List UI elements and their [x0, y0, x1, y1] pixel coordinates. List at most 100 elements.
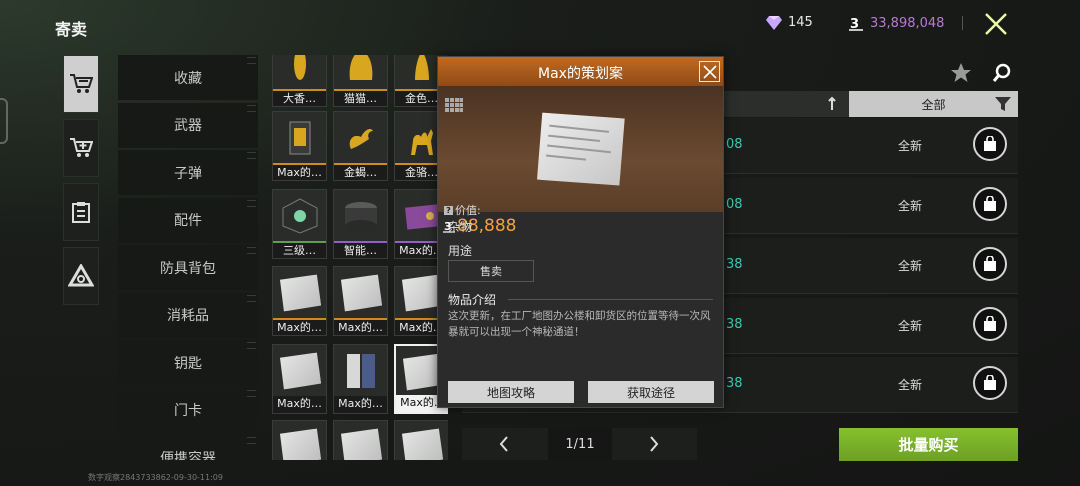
- search-icon: [992, 63, 1011, 82]
- next-page-button[interactable]: [648, 436, 660, 456]
- grid-item[interactable]: 三级…: [272, 189, 327, 259]
- sub-category-ammo[interactable]: 子弹: [118, 150, 258, 195]
- svg-text:3: 3: [850, 17, 859, 31]
- buy-button[interactable]: [973, 187, 1007, 221]
- detail-title-bar: Max的策划案: [438, 57, 723, 86]
- coin-icon: 3: [849, 17, 863, 31]
- price-fragment: 38: [726, 257, 743, 272]
- grid-item[interactable]: Max的…: [333, 266, 388, 336]
- paper-icon: [334, 421, 387, 460]
- grid-item[interactable]: Max的…: [333, 344, 388, 414]
- sub-category-containers[interactable]: 便携容器: [118, 435, 258, 460]
- diamond-icon: [766, 15, 782, 30]
- grid-item[interactable]: [272, 420, 327, 460]
- grid-item[interactable]: 智能…: [333, 189, 388, 259]
- tin-icon: [334, 190, 387, 242]
- shopping-bag-icon: [984, 256, 996, 271]
- paper-icon: [273, 345, 326, 397]
- coin-count: 33,898,048: [870, 15, 945, 31]
- usage-label: 用途: [448, 244, 473, 258]
- close-icon: [702, 64, 717, 79]
- buy-button[interactable]: [973, 366, 1007, 400]
- chevron-right-icon: [650, 436, 659, 452]
- page-title: 寄卖: [55, 20, 88, 39]
- sub-category-collection[interactable]: 收藏: [118, 55, 258, 100]
- tab-other[interactable]: [63, 247, 99, 305]
- triangle-icon: [68, 264, 94, 287]
- gold-scorpion-icon: [334, 112, 387, 164]
- acquire-source-button[interactable]: 获取途径: [588, 381, 714, 403]
- gem-count: 145: [788, 15, 813, 30]
- grid-item[interactable]: [333, 420, 388, 460]
- paper-icon: [395, 421, 448, 460]
- gold-card-icon: [273, 112, 326, 164]
- price-fragment: 08: [726, 137, 743, 152]
- divider: [508, 299, 713, 300]
- tab-sell[interactable]: [63, 119, 99, 177]
- sort-arrow-icon: [828, 96, 836, 110]
- book-icon: [334, 345, 387, 397]
- item-size-grid-icon: [445, 98, 463, 120]
- detail-close-button[interactable]: [699, 61, 720, 82]
- side-pull-handle[interactable]: [0, 98, 8, 144]
- grid-item[interactable]: 猫猫…: [333, 55, 388, 107]
- shopping-bag-icon: [984, 316, 996, 331]
- sub-category-keycards[interactable]: 门卡: [118, 387, 258, 433]
- sub-category-consumables[interactable]: 消耗品: [118, 292, 258, 338]
- category-tabs: [63, 55, 99, 311]
- item-detail-panel: Max的策划案 ? 价值: 3 88,888 杂物 用途 售卖 物品介绍 这次更…: [437, 56, 724, 408]
- gem-balance: 145: [766, 15, 813, 30]
- buy-button[interactable]: [973, 127, 1007, 161]
- detail-title: Max的策划案: [538, 66, 623, 82]
- sell-cart-icon: [70, 138, 93, 157]
- chevron-left-icon: [499, 436, 508, 452]
- sub-category-list: 收藏 武器 子弹 配件 防具背包 消耗品 钥匙 门卡 便携容器: [118, 55, 258, 460]
- tab-buy[interactable]: [63, 55, 99, 113]
- gold-statue-icon: [273, 55, 326, 90]
- buy-button[interactable]: [973, 247, 1007, 281]
- price-fragment: 08: [726, 197, 743, 212]
- close-button[interactable]: [982, 10, 1010, 38]
- prev-page-button[interactable]: [498, 436, 510, 456]
- sub-category-attachments[interactable]: 配件: [118, 197, 258, 243]
- condition-label: 全新: [898, 139, 923, 153]
- item-category: 杂物: [448, 220, 473, 234]
- question-icon: ?: [444, 205, 453, 215]
- paper-icon: [334, 267, 387, 319]
- watermark: 数字观察2843733862-09-30-11:09: [88, 473, 223, 482]
- star-icon: [951, 63, 971, 82]
- shopping-bag-icon: [984, 136, 996, 151]
- pagination: 1/11: [462, 428, 697, 460]
- paper-icon: [273, 421, 326, 460]
- clipboard-icon: [72, 202, 90, 223]
- filter-button[interactable]: [995, 96, 1011, 115]
- usage-tag: 售卖: [448, 260, 534, 282]
- grid-item[interactable]: Max的…: [272, 266, 327, 336]
- map-guide-button[interactable]: 地图攻略: [448, 381, 574, 403]
- grid-item[interactable]: Max的…: [272, 344, 327, 414]
- search-button[interactable]: [992, 63, 1012, 87]
- page-indicator: 1/11: [548, 428, 612, 460]
- filter-dropdown[interactable]: 全部: [849, 91, 1018, 117]
- sub-category-armor[interactable]: 防具背包: [118, 245, 258, 290]
- condition-label: 全新: [898, 319, 923, 333]
- grid-item[interactable]: [394, 420, 448, 460]
- intro-label: 物品介绍: [448, 293, 497, 307]
- sub-category-keys[interactable]: 钥匙: [118, 340, 258, 385]
- price-fragment: 38: [726, 317, 743, 332]
- sub-category-weapons[interactable]: 武器: [118, 102, 258, 148]
- grid-item[interactable]: 金蝎…: [333, 111, 388, 181]
- buy-button[interactable]: [973, 307, 1007, 341]
- box-icon: [273, 190, 326, 242]
- paper-icon: [534, 110, 627, 189]
- grid-item[interactable]: 大香…: [272, 55, 327, 107]
- condition-label: 全新: [898, 259, 923, 273]
- sort-button[interactable]: [827, 96, 837, 116]
- paper-icon: [273, 267, 326, 319]
- cart-icon: [70, 74, 93, 93]
- divider: [962, 16, 963, 30]
- tab-records[interactable]: [63, 183, 99, 241]
- favorite-button[interactable]: [950, 62, 972, 88]
- bulk-buy-button[interactable]: 批量购买: [839, 428, 1018, 461]
- grid-item[interactable]: Max的…: [272, 111, 327, 181]
